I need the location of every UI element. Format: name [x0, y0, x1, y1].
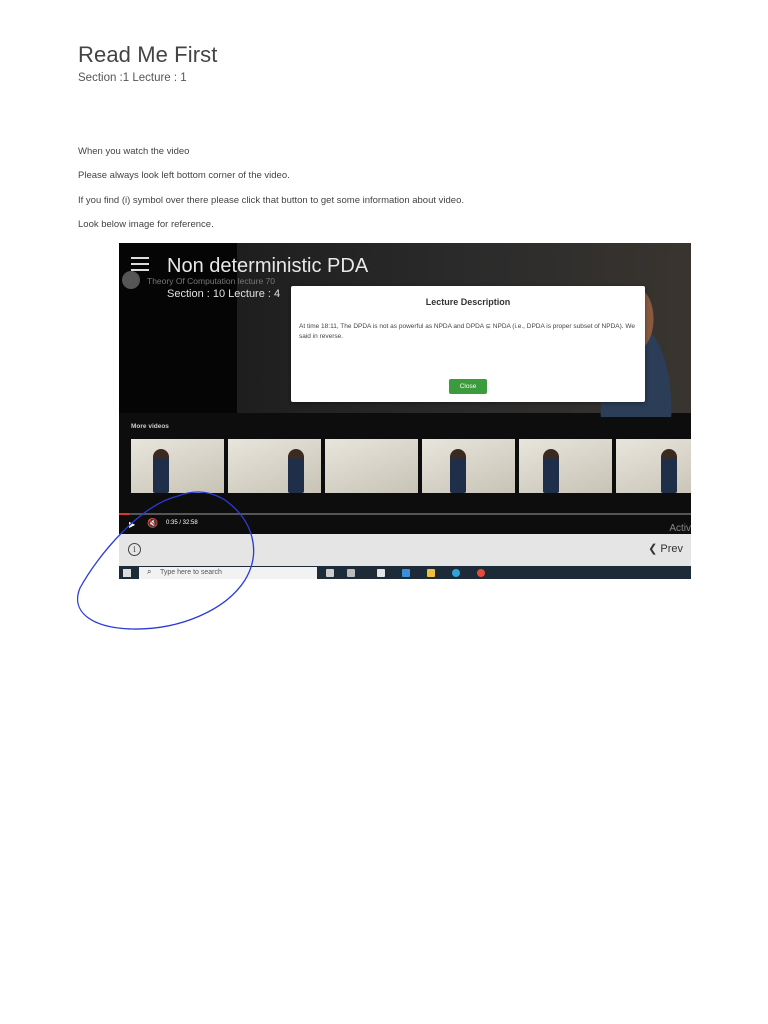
section-lecture-label: Section : 10 Lecture : 4: [167, 288, 281, 300]
channel-name: Theory Of Computation lecture 70: [147, 276, 276, 286]
activate-windows-text: Activ: [669, 523, 691, 534]
video-thumbnail[interactable]: [422, 439, 515, 493]
file-explorer-icon[interactable]: [427, 569, 435, 577]
hamburger-menu-icon[interactable]: [131, 257, 149, 271]
windows-start-icon[interactable]: [123, 569, 131, 577]
prev-label: Prev: [660, 543, 683, 555]
task-view-icon[interactable]: [326, 569, 334, 577]
mute-icon[interactable]: 🔇: [147, 518, 158, 529]
lecture-info-bar: i ❮ Prev: [119, 534, 691, 566]
page-title: Read Me First: [78, 42, 218, 67]
progress-bar[interactable]: [119, 513, 691, 515]
reference-screenshot: Non deterministic PDA Theory Of Computat…: [119, 243, 691, 579]
more-videos-strip: [131, 439, 691, 493]
edge-icon[interactable]: [452, 569, 460, 577]
close-button[interactable]: Close: [449, 379, 487, 394]
windows-taskbar: ⌕ Type here to search: [119, 566, 691, 579]
mail-icon[interactable]: [402, 569, 410, 577]
search-icon: ⌕: [147, 567, 152, 576]
video-thumbnail[interactable]: [616, 439, 691, 493]
instruction-paragraph: If you find (i) symbol over there please…: [78, 195, 465, 206]
modal-text: At time 18:11, The DPDA is not as powerf…: [299, 323, 636, 340]
info-icon[interactable]: i: [128, 543, 141, 556]
time-readout: 0:35 / 32:58: [166, 520, 198, 526]
taskbar-search-box[interactable]: ⌕ Type here to search: [139, 567, 317, 579]
taskbar-app-icon[interactable]: [347, 569, 355, 577]
play-icon[interactable]: ▶: [129, 520, 135, 529]
video-player[interactable]: Non deterministic PDA Theory Of Computat…: [119, 243, 691, 534]
page-subtitle: Section :1 Lecture : 1: [78, 72, 187, 84]
more-videos-label: More videos: [131, 423, 169, 430]
video-thumbnail[interactable]: [519, 439, 612, 493]
modal-title: Lecture Description: [425, 297, 511, 307]
video-thumbnail[interactable]: [131, 439, 224, 493]
instruction-paragraph: When you watch the video: [78, 146, 190, 157]
video-thumbnail[interactable]: [325, 439, 418, 493]
store-icon[interactable]: [377, 569, 385, 577]
progress-bar-fill: [119, 513, 130, 515]
channel-avatar: [122, 271, 140, 289]
chrome-icon[interactable]: [477, 569, 485, 577]
video-thumbnail[interactable]: [228, 439, 321, 493]
video-title: Non deterministic PDA: [167, 255, 369, 277]
instruction-paragraph: Please always look left bottom corner of…: [78, 170, 290, 181]
lecture-description-modal: Lecture Description At time 18:11, The D…: [291, 286, 645, 402]
prev-button[interactable]: ❮ Prev: [648, 542, 683, 555]
taskbar-search-placeholder: Type here to search: [160, 569, 222, 576]
instruction-paragraph: Look below image for reference.: [78, 219, 214, 230]
